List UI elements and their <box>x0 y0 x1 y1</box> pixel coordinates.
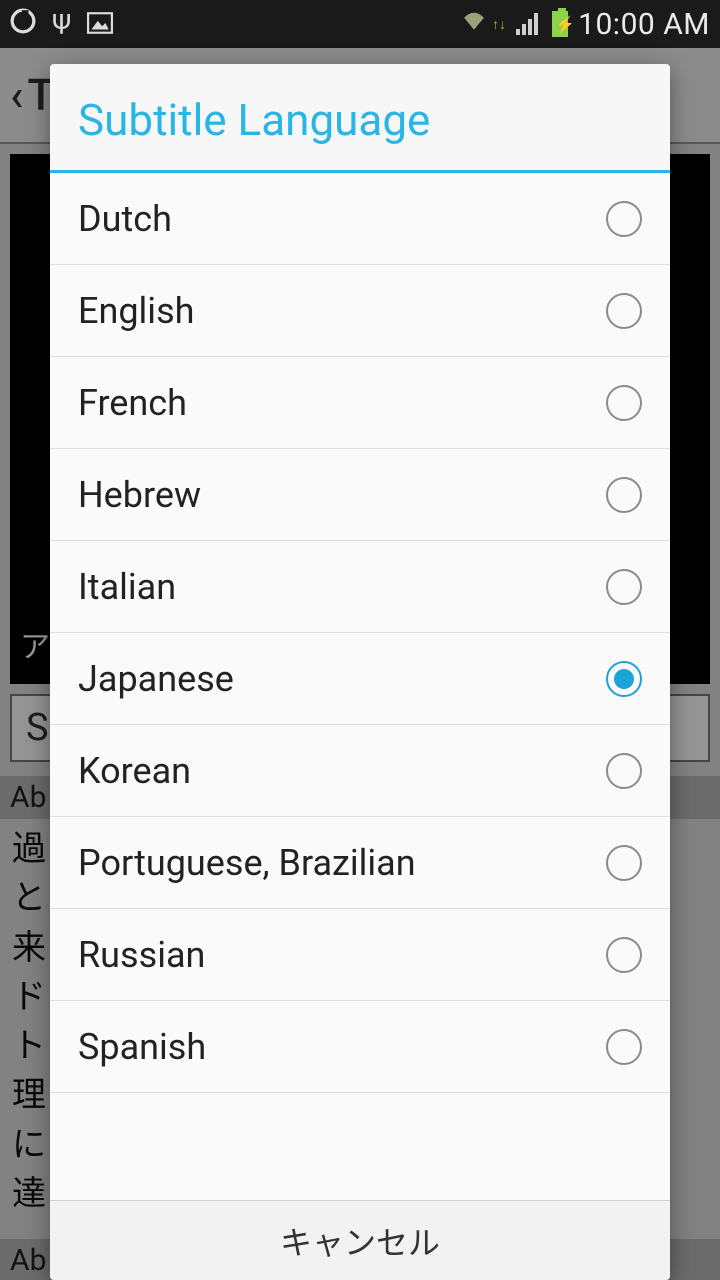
radio-icon[interactable] <box>606 753 642 789</box>
radio-icon[interactable] <box>606 201 642 237</box>
language-label: Portuguese, Brazilian <box>78 842 416 884</box>
radio-icon[interactable] <box>606 385 642 421</box>
radio-icon[interactable] <box>606 661 642 697</box>
language-option[interactable]: Korean <box>50 725 670 817</box>
language-label: Dutch <box>78 198 172 240</box>
language-option[interactable]: Italian <box>50 541 670 633</box>
language-option[interactable]: Dutch <box>50 173 670 265</box>
radio-icon[interactable] <box>606 293 642 329</box>
language-label: Spanish <box>78 1026 206 1068</box>
language-label: French <box>78 382 187 424</box>
image-icon <box>87 8 113 41</box>
language-option[interactable]: Russian <box>50 909 670 1001</box>
subtitle-language-dialog: Subtitle Language Dutch English French Hebr… <box>50 64 670 1280</box>
radio-icon[interactable] <box>606 1029 642 1065</box>
language-label: Hebrew <box>78 474 201 516</box>
language-label: English <box>78 290 194 332</box>
usb-icon: Ψ <box>52 8 71 41</box>
language-label: Japanese <box>78 658 234 700</box>
signal-icon <box>516 13 542 35</box>
language-label: Korean <box>78 750 191 792</box>
dialog-title: Subtitle Language <box>50 64 670 173</box>
language-option[interactable]: French <box>50 357 670 449</box>
status-bar: Ψ ↑↓ 10:00 AM <box>0 0 720 48</box>
language-label: Russian <box>78 934 205 976</box>
language-option[interactable]: Japanese <box>50 633 670 725</box>
radio-icon[interactable] <box>606 569 642 605</box>
cancel-button[interactable]: キャンセル <box>50 1200 670 1280</box>
battery-charging-icon <box>552 11 568 37</box>
language-option[interactable]: Hebrew <box>50 449 670 541</box>
language-option[interactable]: Spanish <box>50 1001 670 1093</box>
language-label: Italian <box>78 566 176 608</box>
radio-icon[interactable] <box>606 937 642 973</box>
radio-icon[interactable] <box>606 845 642 881</box>
clock: 10:00 AM <box>578 7 710 42</box>
wifi-icon <box>460 10 488 38</box>
language-option[interactable]: English <box>50 265 670 357</box>
app-icon <box>10 8 36 41</box>
language-option[interactable]: Portuguese, Brazilian <box>50 817 670 909</box>
language-options-list[interactable]: Dutch English French Hebrew Italian Japanese K… <box>50 173 670 1200</box>
data-arrows-icon: ↑↓ <box>492 16 506 33</box>
radio-icon[interactable] <box>606 477 642 513</box>
